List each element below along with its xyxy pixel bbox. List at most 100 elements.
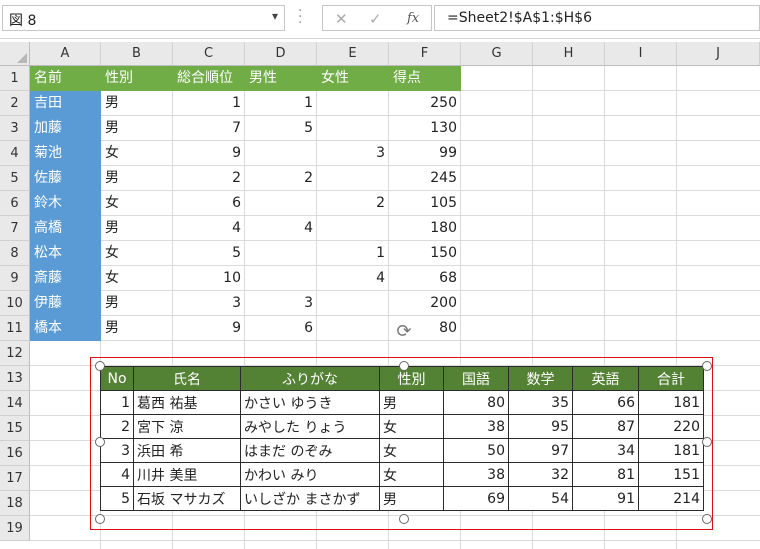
row-header[interactable]: 18 bbox=[0, 491, 30, 516]
row-header[interactable]: 10 bbox=[0, 291, 30, 316]
table-cell[interactable]: 男 bbox=[101, 291, 173, 316]
table-cell[interactable]: 245 bbox=[389, 166, 461, 191]
table-cell[interactable]: 130 bbox=[389, 116, 461, 141]
table-cell[interactable]: 10 bbox=[173, 266, 245, 291]
table-cell[interactable]: 68 bbox=[389, 266, 461, 291]
name-cell[interactable]: 伊藤 bbox=[30, 291, 101, 316]
column-header[interactable]: C bbox=[173, 42, 245, 66]
header-cell[interactable]: 得点 bbox=[389, 66, 461, 91]
name-cell[interactable]: 斎藤 bbox=[30, 266, 101, 291]
table-cell[interactable]: 2 bbox=[317, 191, 389, 216]
row-header[interactable]: 14 bbox=[0, 391, 30, 416]
table-cell[interactable] bbox=[317, 116, 389, 141]
table-cell[interactable]: 女 bbox=[101, 191, 173, 216]
cancel-icon[interactable]: ✕ bbox=[335, 10, 348, 28]
table-cell[interactable]: 男 bbox=[101, 91, 173, 116]
header-cell[interactable]: 総合順位 bbox=[173, 66, 245, 91]
name-cell[interactable]: 加藤 bbox=[30, 116, 101, 141]
table-cell[interactable] bbox=[317, 91, 389, 116]
table-cell[interactable]: 3 bbox=[173, 291, 245, 316]
resize-handle[interactable] bbox=[702, 514, 712, 524]
enter-icon[interactable]: ✓ bbox=[369, 10, 382, 28]
table-cell[interactable]: 9 bbox=[173, 316, 245, 341]
table-cell[interactable]: 9 bbox=[173, 141, 245, 166]
linked-picture-table[interactable]: No 氏名 ふりがな 性別 国語 数学 英語 合計 1 葛西 祐基 かさい ゆうき男 80 35 66 1… bbox=[100, 366, 704, 511]
name-cell[interactable]: 吉田 bbox=[30, 91, 101, 116]
table-cell[interactable]: 4 bbox=[245, 216, 317, 241]
chevron-down-icon[interactable]: ▾ bbox=[272, 9, 278, 23]
table-cell[interactable]: 4 bbox=[317, 266, 389, 291]
table-cell[interactable] bbox=[245, 241, 317, 266]
table-cell[interactable] bbox=[245, 191, 317, 216]
column-header[interactable]: H bbox=[533, 42, 605, 66]
table-cell[interactable]: 3 bbox=[317, 141, 389, 166]
header-cell[interactable]: 女性 bbox=[317, 66, 389, 91]
column-header[interactable]: I bbox=[605, 42, 677, 66]
table-cell[interactable]: 1 bbox=[317, 241, 389, 266]
header-cell[interactable]: 男性 bbox=[245, 66, 317, 91]
row-header[interactable]: 11 bbox=[0, 316, 30, 341]
table-cell[interactable] bbox=[317, 291, 389, 316]
row-header[interactable]: 13 bbox=[0, 366, 30, 391]
name-cell[interactable]: 橋本 bbox=[30, 316, 101, 341]
table-cell[interactable] bbox=[317, 216, 389, 241]
column-header[interactable]: A bbox=[30, 42, 101, 66]
table-cell[interactable]: 男 bbox=[101, 166, 173, 191]
row-header[interactable]: 16 bbox=[0, 441, 30, 466]
table-cell[interactable]: 2 bbox=[173, 166, 245, 191]
name-cell[interactable]: 鈴木 bbox=[30, 191, 101, 216]
row-header[interactable]: 1 bbox=[0, 66, 30, 91]
table-cell[interactable]: 5 bbox=[173, 241, 245, 266]
table-cell[interactable]: 5 bbox=[245, 116, 317, 141]
name-box[interactable]: 図 8 ▾ bbox=[2, 5, 285, 31]
formula-bar-splitter[interactable]: · · · bbox=[298, 4, 302, 30]
row-header[interactable]: 12 bbox=[0, 341, 30, 366]
table-cell[interactable]: 250 bbox=[389, 91, 461, 116]
select-all-corner[interactable] bbox=[0, 42, 30, 66]
table-cell[interactable]: 男 bbox=[101, 216, 173, 241]
row-header[interactable]: 3 bbox=[0, 116, 30, 141]
table-cell[interactable]: 150 bbox=[389, 241, 461, 266]
rotate-handle-icon[interactable]: ⟳ bbox=[394, 322, 414, 342]
table-cell[interactable]: 99 bbox=[389, 141, 461, 166]
table-cell[interactable]: 3 bbox=[245, 291, 317, 316]
table-cell[interactable]: 1 bbox=[245, 91, 317, 116]
row-header[interactable]: 5 bbox=[0, 166, 30, 191]
column-header[interactable]: J bbox=[677, 42, 760, 66]
resize-handle[interactable] bbox=[399, 361, 409, 371]
column-header[interactable]: D bbox=[245, 42, 317, 66]
column-header[interactable]: F bbox=[389, 42, 461, 66]
header-cell[interactable]: 名前 bbox=[30, 66, 101, 91]
table-cell[interactable]: 7 bbox=[173, 116, 245, 141]
table-cell[interactable]: 4 bbox=[173, 216, 245, 241]
table-cell[interactable]: 1 bbox=[173, 91, 245, 116]
column-header[interactable]: B bbox=[101, 42, 173, 66]
table-cell[interactable]: 105 bbox=[389, 191, 461, 216]
table-cell[interactable]: 6 bbox=[173, 191, 245, 216]
name-cell[interactable]: 佐藤 bbox=[30, 166, 101, 191]
table-cell[interactable]: 男 bbox=[101, 316, 173, 341]
row-header[interactable]: 9 bbox=[0, 266, 30, 291]
row-header[interactable]: 2 bbox=[0, 91, 30, 116]
table-cell[interactable]: 女 bbox=[101, 141, 173, 166]
table-cell[interactable]: 2 bbox=[245, 166, 317, 191]
row-header[interactable]: 15 bbox=[0, 416, 30, 441]
resize-handle[interactable] bbox=[95, 437, 105, 447]
resize-handle[interactable] bbox=[399, 514, 409, 524]
column-header[interactable]: E bbox=[317, 42, 389, 66]
row-header[interactable]: 6 bbox=[0, 191, 30, 216]
table-cell[interactable]: 200 bbox=[389, 291, 461, 316]
table-cell[interactable]: 女 bbox=[101, 266, 173, 291]
table-cell[interactable] bbox=[317, 166, 389, 191]
table-cell[interactable] bbox=[317, 316, 389, 341]
row-header[interactable]: 17 bbox=[0, 466, 30, 491]
insert-function-icon[interactable]: fx bbox=[407, 11, 419, 26]
table-cell[interactable]: 女 bbox=[101, 241, 173, 266]
resize-handle[interactable] bbox=[702, 437, 712, 447]
formula-input[interactable]: =Sheet2!$A$1:$H$6 bbox=[434, 5, 760, 31]
resize-handle[interactable] bbox=[702, 361, 712, 371]
table-cell[interactable]: 男 bbox=[101, 116, 173, 141]
name-cell[interactable]: 高橋 bbox=[30, 216, 101, 241]
row-header[interactable]: 4 bbox=[0, 141, 30, 166]
row-header[interactable]: 8 bbox=[0, 241, 30, 266]
